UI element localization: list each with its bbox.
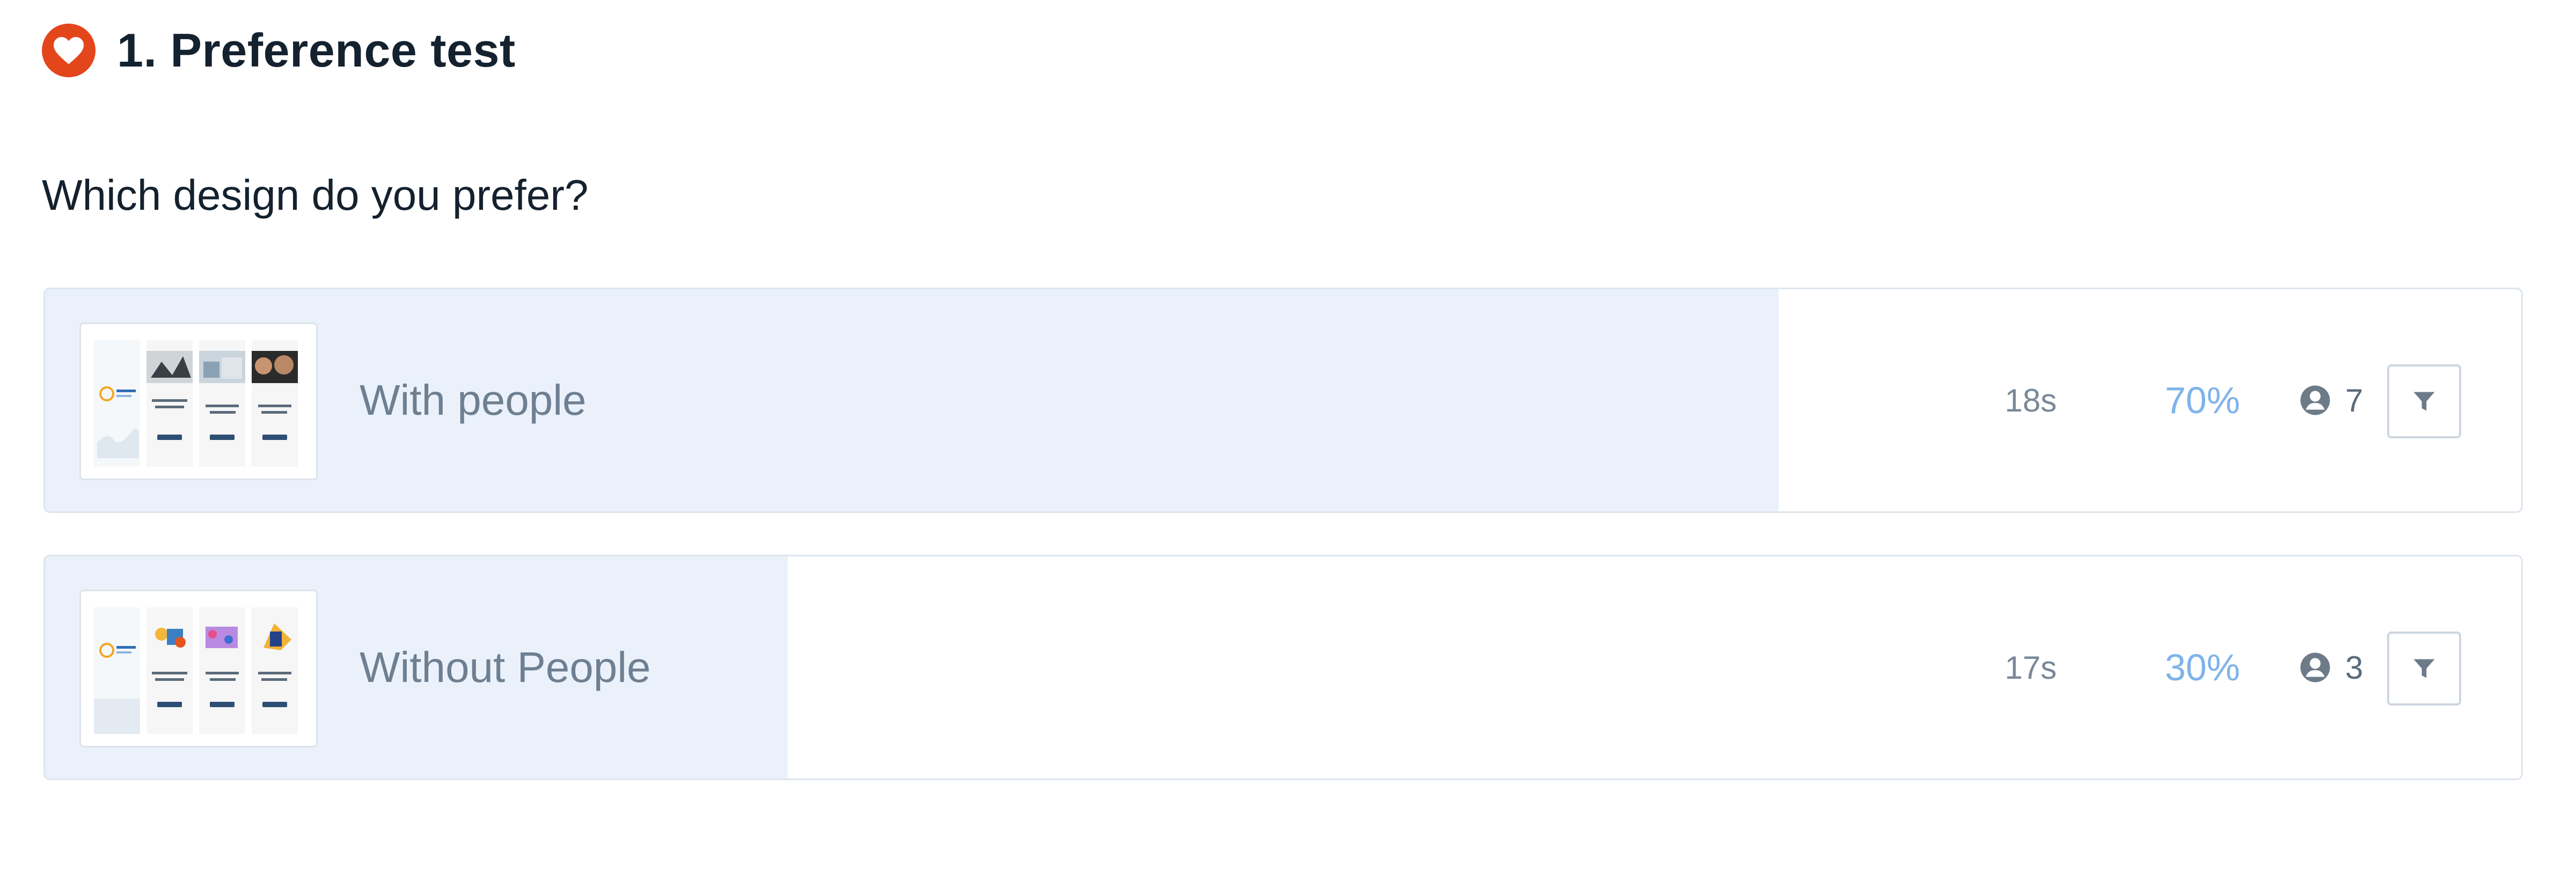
design-thumbnail	[79, 590, 318, 747]
page-header: 1. Preference test	[42, 24, 516, 77]
filter-button[interactable]	[2387, 632, 2461, 706]
design-thumbnail	[79, 322, 318, 480]
respondent-count: 3	[2299, 556, 2363, 779]
user-icon	[2299, 651, 2331, 684]
user-icon	[2299, 384, 2331, 416]
heart-icon	[42, 24, 96, 77]
percentage: 30%	[2164, 647, 2241, 688]
option-label: With people	[360, 376, 587, 424]
respondent-count-value: 3	[2345, 649, 2363, 686]
filter-button[interactable]	[2387, 364, 2461, 438]
page-title: 1. Preference test	[117, 24, 516, 77]
respondent-count: 7	[2299, 289, 2363, 511]
filter-icon	[2413, 659, 2435, 678]
respondent-count-value: 7	[2345, 382, 2363, 419]
percentage: 70%	[2164, 379, 2241, 421]
avg-time: 18s	[2004, 382, 2057, 419]
option-row: With people 18s 70% 7	[43, 288, 2523, 513]
option-row: Without People 17s 30% 3	[43, 555, 2523, 780]
avg-time: 17s	[2004, 649, 2057, 686]
filter-icon	[2413, 392, 2435, 411]
option-label: Without People	[360, 643, 651, 691]
question-text: Which design do you prefer?	[42, 171, 589, 219]
